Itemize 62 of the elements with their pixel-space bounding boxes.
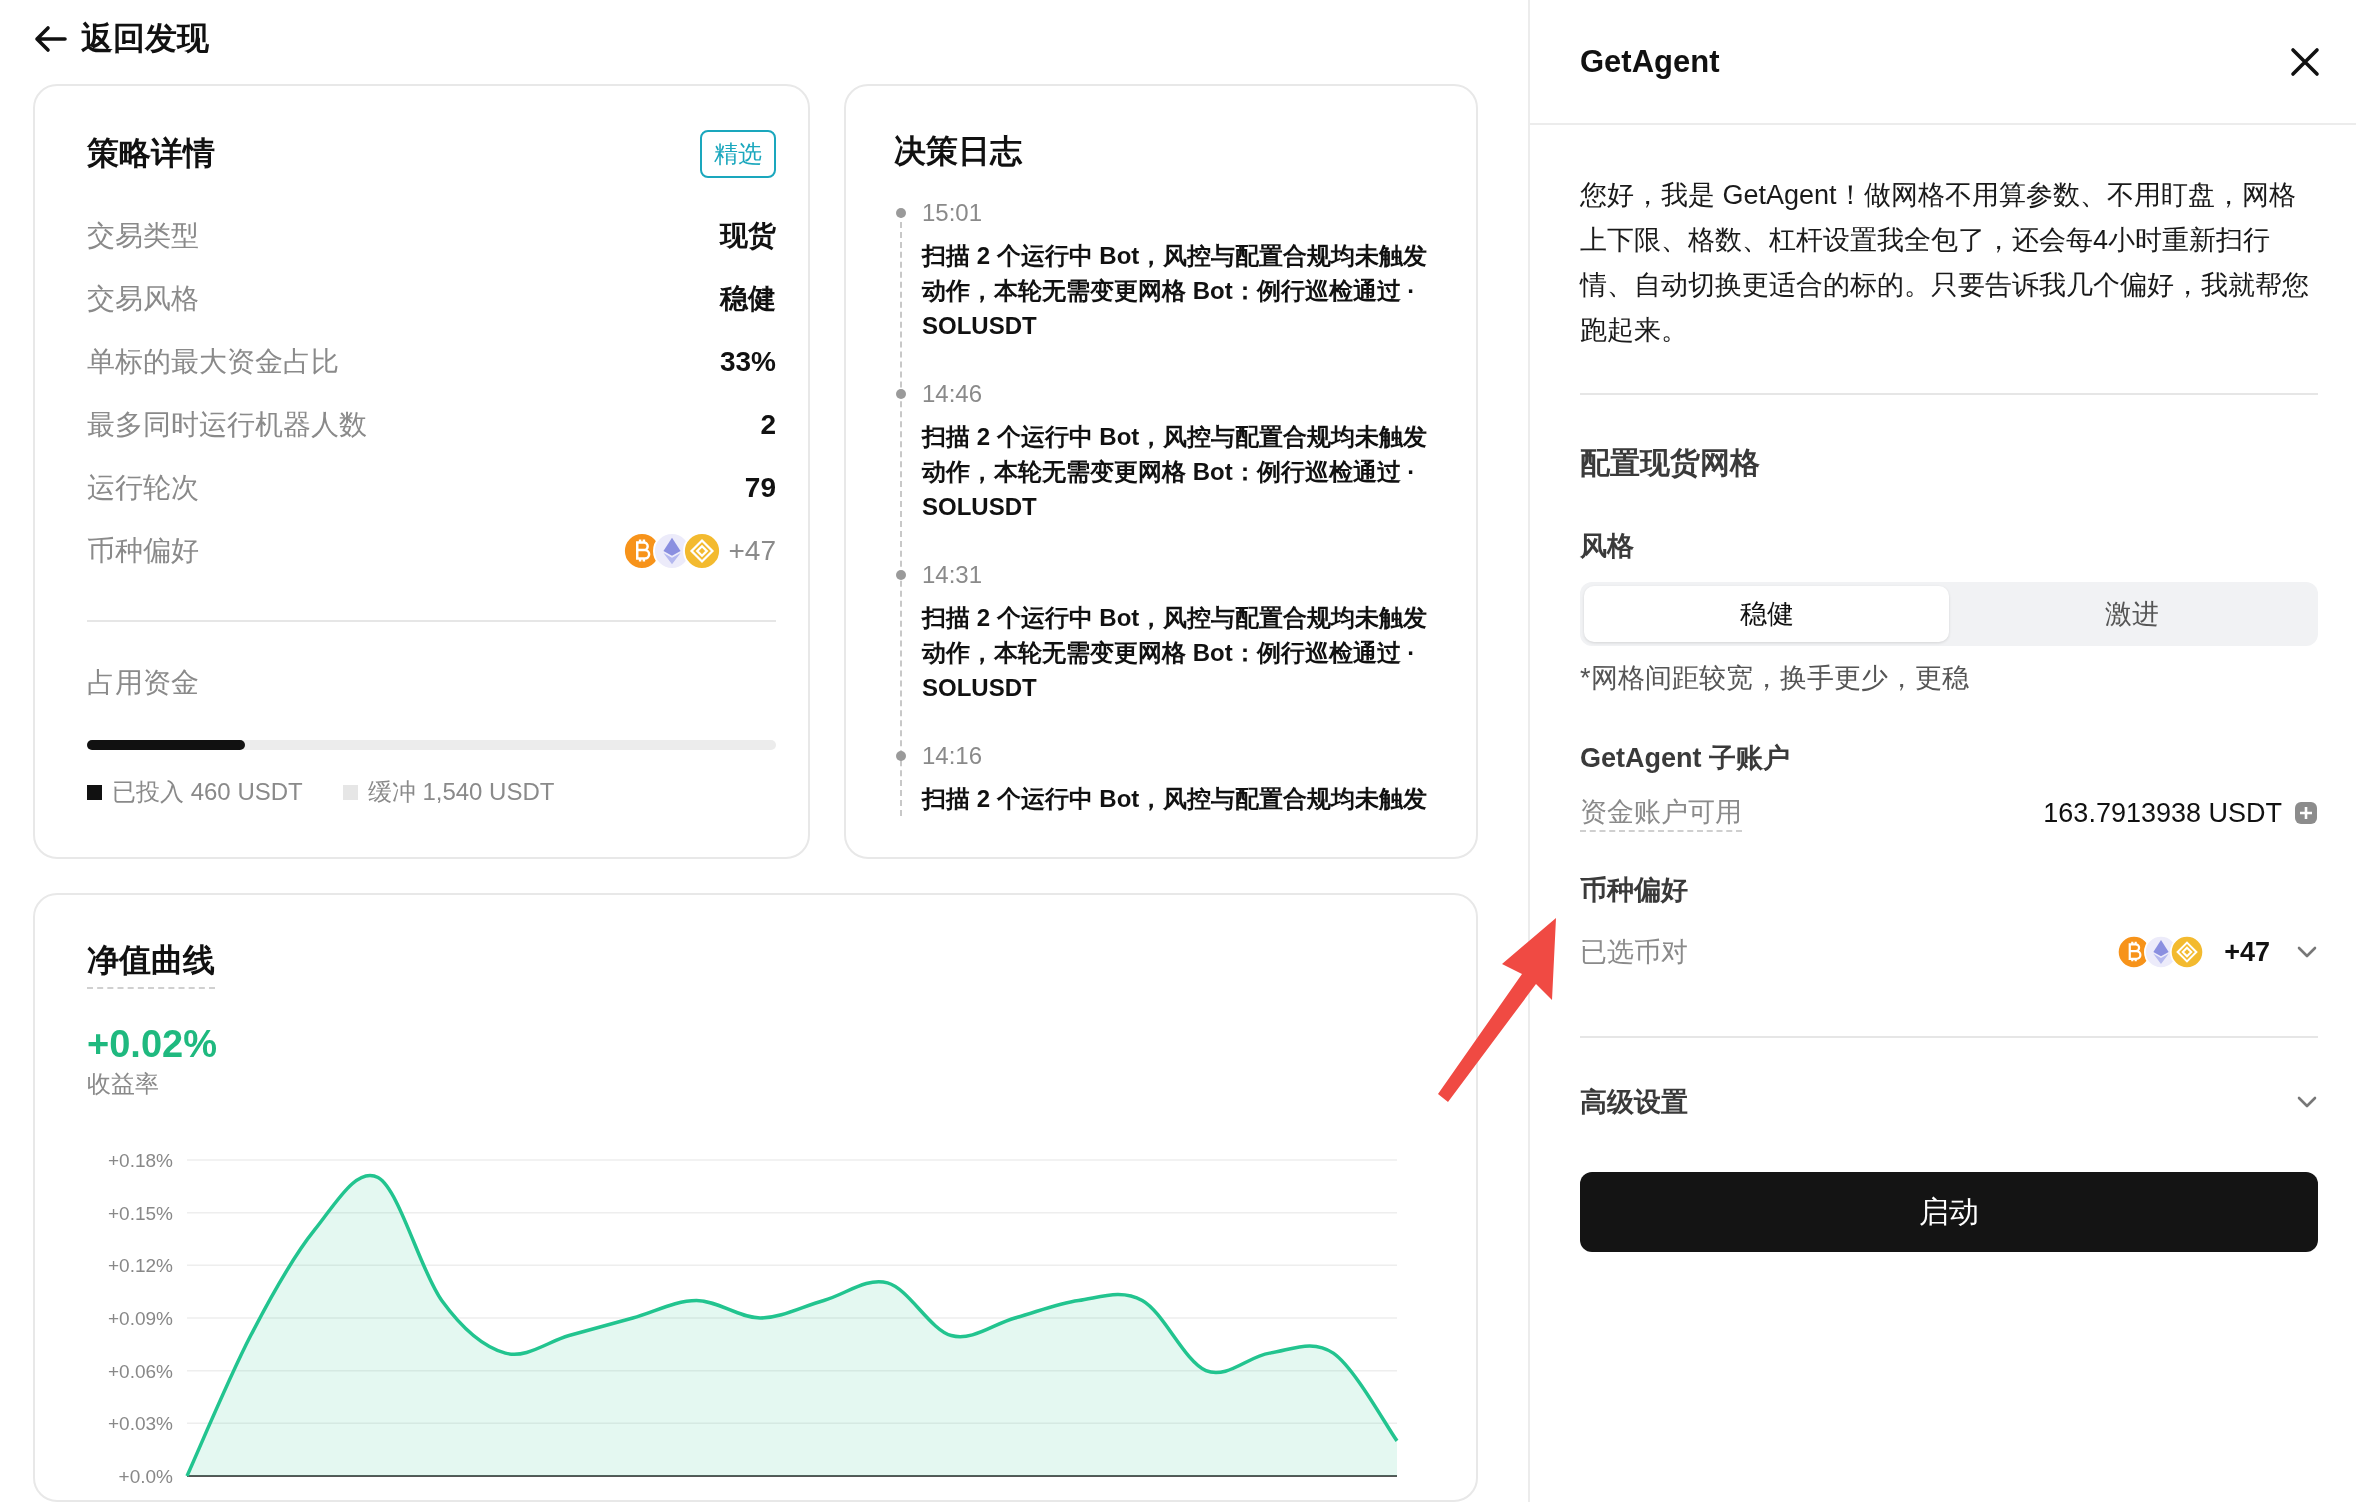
detail-label: 交易类型 — [87, 218, 199, 253]
back-arrow-icon — [33, 25, 67, 53]
plus-icon[interactable] — [2294, 801, 2318, 825]
chevron-down-icon[interactable] — [2296, 1095, 2318, 1109]
log-message: 扫描 2 个运行中 Bot，风控与配置合规均未触发动作，本轮无需变更网格 Bot：例行巡检通过 · SOLUSDT — [922, 603, 1429, 703]
coin-icon — [2170, 935, 2205, 969]
segment-option[interactable]: 激进 — [1949, 586, 2314, 642]
axis-label: +0.03% — [108, 1413, 173, 1435]
detail-value: 稳健 — [720, 281, 776, 316]
log-time: 14:46 — [922, 379, 984, 409]
log-time: 14:31 — [922, 560, 984, 590]
timeline-dot — [896, 389, 906, 399]
field-label: 风格 — [1580, 530, 1635, 563]
detail-value: 79 — [744, 471, 776, 504]
balance-value: 163.7913938 USDT — [2043, 797, 2282, 829]
detail-label: 最多同时运行机器人数 — [87, 407, 367, 442]
timeline-dot — [896, 208, 906, 218]
legend-label: 已投入 460 USDT — [112, 777, 303, 807]
detail-label: 交易风格 — [87, 281, 199, 316]
legend-label: 缓冲 1,540 USDT — [367, 777, 555, 807]
field-label: 币种偏好 — [1580, 874, 1689, 907]
detail-label: 运行轮次 — [87, 470, 199, 505]
field-label: 高级设置 — [1580, 1086, 1688, 1119]
card-title: 策略详情 — [87, 134, 215, 173]
intro-text: 您好，我是 GetAgent！做网格不用算参数、不用盯盘，网格上下限、格数、杠杆设置我全包了，还会每4小时重新扫行情、自动切换更适合的标的。只要告诉我几个偏好，我就帮您跑起来。 — [1580, 173, 2318, 395]
axis-label: +0.0% — [118, 1466, 173, 1487]
segment-option[interactable]: 稳健 — [1584, 586, 1949, 642]
log-time: 15:01 — [922, 198, 984, 228]
log-time: 14:16 — [922, 741, 984, 771]
log-message: 扫描 2 个运行中 Bot，风控与配置合规均未触发 — [922, 784, 1429, 814]
field-label: GetAgent 子账户 — [1580, 742, 1791, 775]
back-link[interactable]: 返回发现 — [33, 17, 209, 61]
timeline-dot — [896, 751, 906, 761]
return-value: +0.02% — [87, 1023, 218, 1066]
axis-label: +0.09% — [108, 1308, 173, 1329]
section-label: 占用资金 — [87, 666, 200, 700]
section-title: 配置现货网格 — [1580, 445, 1761, 481]
balance-label: 资金账户可用 — [1580, 794, 1742, 832]
pairs-label: 已选币对 — [1580, 936, 1688, 969]
panel-title: GetAgent — [1580, 43, 1720, 80]
axis-label: +0.06% — [108, 1360, 173, 1382]
axis-label: +0.12% — [108, 1255, 173, 1277]
start-button[interactable]: 启动 — [1580, 1172, 2318, 1252]
detail-label: 单标的最大资金占比 — [87, 344, 339, 379]
detail-value: 2 — [760, 408, 776, 441]
log-message: 扫描 2 个运行中 Bot，风控与配置合规均未触发动作，本轮无需变更网格 Bot：例行巡检通过 · SOLUSDT — [922, 422, 1429, 522]
featured-badge: 精选 — [700, 130, 776, 178]
coin-count: +47 — [2224, 936, 2270, 968]
axis-label: +0.15% — [108, 1202, 173, 1224]
chevron-down-icon[interactable] — [2296, 945, 2318, 959]
card-title: 净值曲线 — [87, 939, 215, 989]
axis-label: +0.18% — [108, 1150, 173, 1171]
coin-count: +47 — [728, 534, 776, 567]
detail-value: 现货 — [720, 218, 776, 253]
card-title: 决策日志 — [894, 132, 1023, 171]
return-label: 收益率 — [87, 1069, 160, 1099]
log-message: 扫描 2 个运行中 Bot，风控与配置合规均未触发动作，本轮无需变更网格 Bot：例行巡检通过 · SOLUSDT — [922, 241, 1429, 341]
detail-value: 33% — [719, 345, 776, 378]
timeline-dot — [896, 570, 906, 580]
coin-icon — [682, 531, 721, 570]
detail-label: 币种偏好 — [87, 533, 199, 568]
hint-text: *网格间距较宽，换手更少，更稳 — [1580, 662, 1970, 695]
